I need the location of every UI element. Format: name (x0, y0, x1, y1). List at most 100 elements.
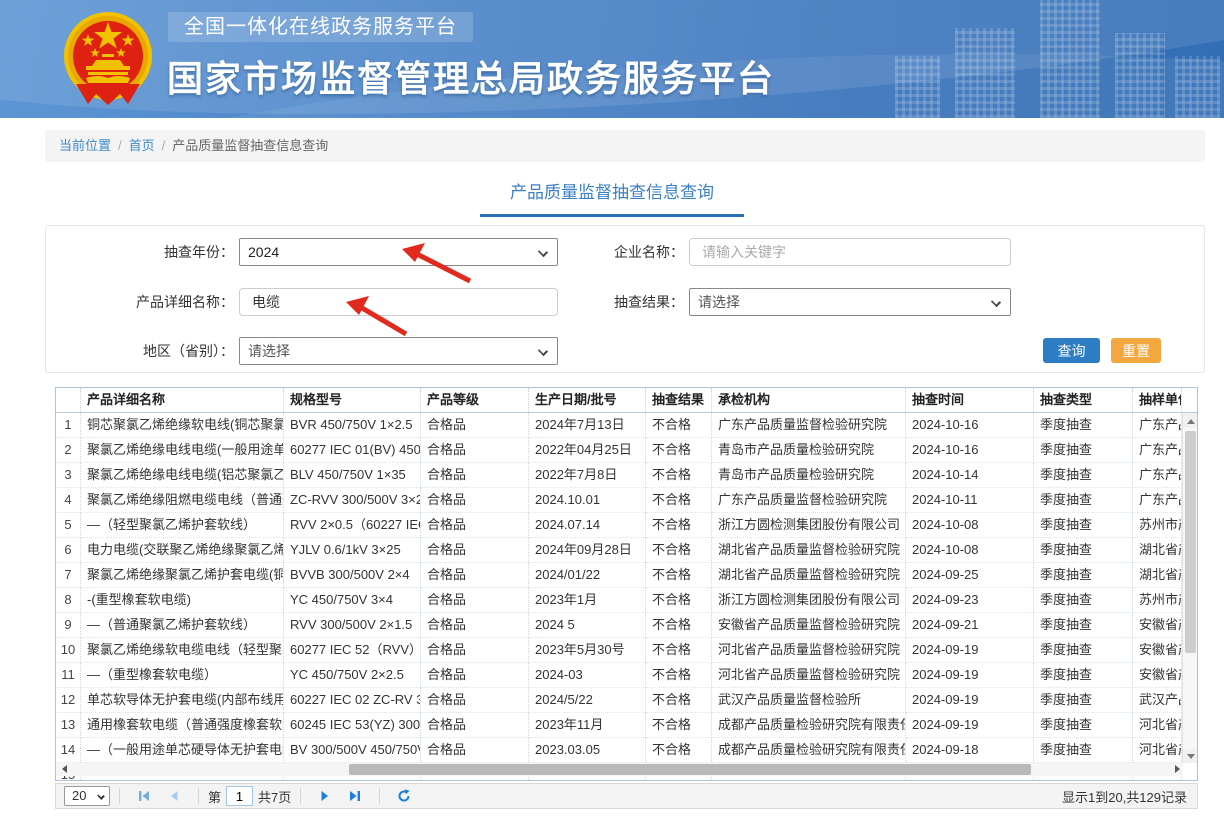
table-cell: 湖北省产 (1133, 563, 1182, 588)
pager-divider (198, 788, 199, 804)
table-cell: 2024-09-25 (906, 563, 1034, 588)
region-select[interactable]: 请选择 (239, 337, 558, 365)
table-row[interactable]: 1铜芯聚氯乙烯绝缘软电线(铜芯聚氯乙烯BVR 450/750V 1×2.5合格品… (56, 413, 1197, 438)
pager-divider (119, 788, 120, 804)
table-cell: 合格品 (421, 738, 529, 763)
column-header[interactable]: 生产日期/批号 (529, 388, 646, 412)
last-page-icon[interactable] (348, 789, 362, 803)
table-cell: 2024-10-11 (906, 488, 1034, 513)
platform-subtitle: 全国一体化在线政务服务平台 (168, 12, 473, 42)
table-cell: 季度抽查 (1034, 588, 1133, 613)
row-number: 5 (56, 513, 81, 538)
table-cell: 合格品 (421, 713, 529, 738)
column-header[interactable]: 产品等级 (421, 388, 529, 412)
vertical-scrollbar-thumb[interactable] (1185, 431, 1196, 653)
year-select[interactable]: 2024 (239, 238, 558, 266)
scroll-left-arrow[interactable] (56, 763, 69, 776)
table-cell: 安徽省产 (1133, 638, 1182, 663)
records-summary: 显示1到20,共129记录 (1062, 787, 1197, 806)
breadcrumb-location-link[interactable]: 当前位置 (59, 138, 111, 153)
table-row[interactable]: 7聚氯乙烯绝缘聚氯乙烯护套电缆(铜芯聚BVVB 300/500V 2×4合格品2… (56, 563, 1197, 588)
table-cell: 湖北省产品质量监督检验研究院 (712, 563, 906, 588)
column-header[interactable]: 抽查时间 (906, 388, 1034, 412)
column-header[interactable]: 规格型号 (284, 388, 421, 412)
table-cell: 河北省产品质量监督检验研究院 (712, 638, 906, 663)
table-cell: 不合格 (646, 513, 712, 538)
reset-button[interactable]: 重置 (1111, 338, 1161, 363)
result-select[interactable]: 请选择 (689, 288, 1011, 316)
table-row[interactable]: 3聚氯乙烯绝缘电线电缆(铝芯聚氯乙烯绝BLV 450/750V 1×35合格品2… (56, 463, 1197, 488)
table-cell: -(重型橡套软电缆) (81, 588, 284, 613)
table-cell: 聚氯乙烯绝缘软电缆电线（轻型聚氯乙 (81, 638, 284, 663)
product-name-label: 产品详细名称： (46, 288, 234, 316)
scroll-up-arrow[interactable] (1183, 413, 1198, 427)
table-row[interactable]: 12单芯软导体无护套电缆(内部布线用导线60227 IEC 02 ZC-RV 3… (56, 688, 1197, 713)
next-page-icon[interactable] (318, 789, 332, 803)
horizontal-scrollbar-thumb[interactable] (349, 764, 1031, 775)
results-grid: 产品详细名称规格型号产品等级生产日期/批号抽查结果承检机构抽查时间抽查类型抽样单… (55, 387, 1198, 781)
table-cell: 2024.10.01 (529, 488, 646, 513)
column-header[interactable]: 承检机构 (712, 388, 906, 412)
table-row[interactable]: 8-(重型橡套软电缆)YC 450/750V 3×4合格品2023年1月不合格浙… (56, 588, 1197, 613)
table-cell: 60277 IEC 01(BV) 450/7 (284, 438, 421, 463)
table-cell: BLV 450/750V 1×35 (284, 463, 421, 488)
table-cell: 不合格 (646, 538, 712, 563)
vertical-scrollbar[interactable] (1182, 413, 1197, 763)
result-select-value: 请选择 (698, 294, 740, 310)
table-row[interactable]: 13通用橡套软电缆（普通强度橡套软线）60245 IEC 53(YZ) 300/… (56, 713, 1197, 738)
table-cell: 武汉产品 (1133, 688, 1182, 713)
table-cell: 湖北省产品质量监督检验研究院 (712, 538, 906, 563)
table-row[interactable]: 6电力电缆(交联聚乙烯绝缘聚氯乙烯护套YJLV 0.6/1kV 3×25合格品2… (56, 538, 1197, 563)
page-size-value: 20 (72, 788, 86, 803)
table-cell: 合格品 (421, 688, 529, 713)
table-cell: 2024 5 (529, 613, 646, 638)
breadcrumb-separator: / (118, 138, 122, 153)
column-header[interactable] (56, 388, 81, 412)
scroll-right-arrow[interactable] (1170, 763, 1183, 776)
product-name-input[interactable] (239, 288, 558, 316)
query-button[interactable]: 查询 (1043, 338, 1100, 363)
breadcrumb-home-link[interactable]: 首页 (129, 138, 155, 153)
table-cell: 2024/01/22 (529, 563, 646, 588)
table-cell: 广东产品 (1133, 463, 1182, 488)
refresh-icon[interactable] (397, 789, 411, 803)
table-row[interactable]: 10聚氯乙烯绝缘软电缆电线（轻型聚氯乙60277 IEC 52（RVV） 3合格… (56, 638, 1197, 663)
table-row[interactable]: 9—（普通聚氯乙烯护套软线）RVV 300/500V 2×1.5（合格品2024… (56, 613, 1197, 638)
table-cell: 合格品 (421, 538, 529, 563)
city-skyline-graphic (1175, 56, 1220, 118)
table-cell: 安徽省产品质量监督检验研究院 (712, 613, 906, 638)
row-number: 1 (56, 413, 81, 438)
table-cell: 合格品 (421, 638, 529, 663)
table-cell: 湖北省产 (1133, 538, 1182, 563)
row-number: 13 (56, 713, 81, 738)
chevron-down-icon (991, 297, 1001, 307)
prev-page-icon[interactable] (167, 789, 181, 803)
company-input[interactable] (689, 238, 1011, 266)
chevron-down-icon (97, 792, 105, 800)
column-header[interactable]: 抽查结果 (646, 388, 712, 412)
table-cell: 季度抽查 (1034, 713, 1133, 738)
table-cell: 2024年7月13日 (529, 413, 646, 438)
table-cell: 2024-10-16 (906, 438, 1034, 463)
column-header[interactable]: 抽样单位 (1133, 388, 1182, 412)
table-cell: 60245 IEC 53(YZ) 300/5 (284, 713, 421, 738)
table-row[interactable]: 14—（一般用途单芯硬导体无护套电缆）BV 300/500V 450/750V合… (56, 738, 1197, 763)
table-cell: 合格品 (421, 613, 529, 638)
column-header[interactable]: 抽查类型 (1034, 388, 1133, 412)
table-row[interactable]: 4聚氯乙烯绝缘阻燃电缆电线（普通聚氯ZC-RVV 300/500V 3×2.合格… (56, 488, 1197, 513)
tab-query-title[interactable]: 产品质量监督抽查信息查询 (480, 178, 744, 217)
company-label: 企业名称： (546, 238, 684, 266)
result-label: 抽查结果： (546, 288, 684, 316)
table-cell: 武汉产品质量监督检验所 (712, 688, 906, 713)
table-row[interactable]: 5—（轻型聚氯乙烯护套软线）RVV 2×0.5（60227 IEC合格品2024… (56, 513, 1197, 538)
page-number-input[interactable] (226, 786, 253, 806)
table-row[interactable]: 2聚氯乙烯绝缘电线电缆(一般用途单芯硬60277 IEC 01(BV) 450/… (56, 438, 1197, 463)
table-cell: 60277 IEC 52（RVV） 3 (284, 638, 421, 663)
table-row[interactable]: 11—（重型橡套软电缆）YC 450/750V 2×2.5合格品2024-03不… (56, 663, 1197, 688)
scroll-down-arrow[interactable] (1183, 749, 1198, 763)
table-cell: 青岛市产品质量检验研究院 (712, 438, 906, 463)
column-header[interactable]: 产品详细名称 (81, 388, 284, 412)
page-size-select[interactable]: 20 (64, 786, 110, 806)
horizontal-scrollbar[interactable] (56, 763, 1183, 776)
first-page-icon[interactable] (137, 789, 151, 803)
